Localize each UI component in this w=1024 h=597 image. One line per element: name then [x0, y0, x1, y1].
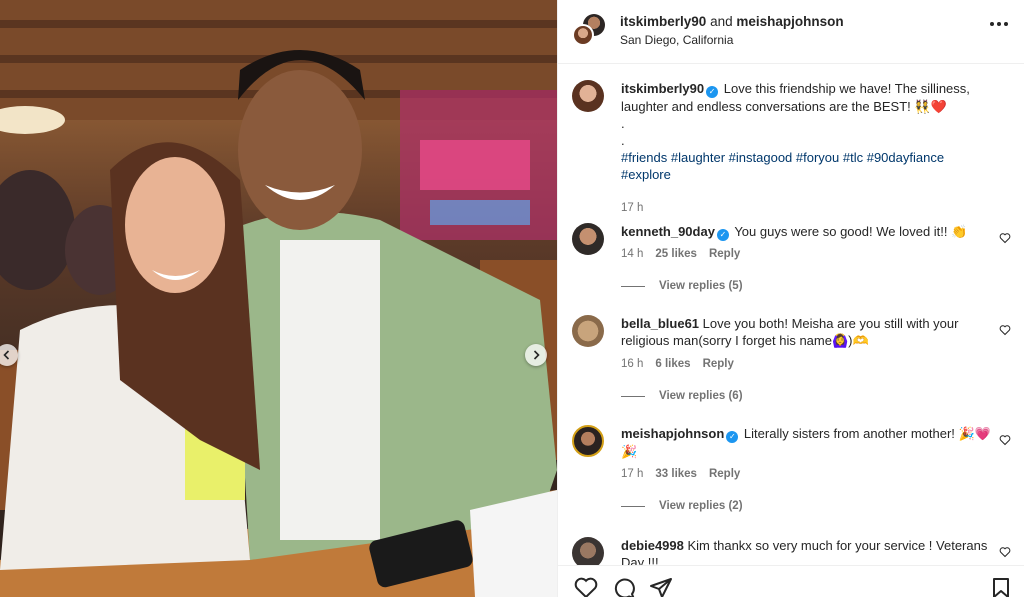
- heart-icon[interactable]: [999, 232, 1011, 244]
- comment-item: bella_blue61 Love you both! Meisha are y…: [572, 315, 1012, 415]
- comment-time: 14 h: [621, 248, 644, 260]
- heart-icon[interactable]: [999, 324, 1011, 336]
- view-replies-label: View replies (5): [659, 280, 743, 292]
- view-replies-label: View replies (6): [659, 390, 743, 402]
- next-photo-button[interactable]: [525, 344, 547, 366]
- owners-conjunction: and: [710, 14, 733, 29]
- avatar[interactable]: [572, 80, 604, 112]
- view-replies-button[interactable]: View replies (6): [621, 390, 743, 402]
- post-actions-bar: [558, 565, 1024, 597]
- comment-time: 16 h: [621, 358, 644, 370]
- avatar[interactable]: [572, 223, 604, 255]
- comments-list[interactable]: itskimberly90 ✓ Love this friendship we h…: [558, 65, 1024, 565]
- comment-item: meishapjohnson ✓ Literally sisters from a…: [572, 425, 1012, 525]
- chevron-left-icon: [3, 350, 10, 360]
- caption-dot: .: [621, 133, 625, 148]
- comment-text: You guys were so good! We loved it!! 👏: [734, 224, 968, 239]
- caption-hashtags[interactable]: #friends #laughter #instagood #foryou #t…: [621, 149, 991, 183]
- comment-item: debie4998 Kim thankx so very much for yo…: [572, 537, 1012, 565]
- reply-button[interactable]: Reply: [709, 248, 740, 260]
- comment-time: 17 h: [621, 468, 644, 480]
- comment-meta: 16 h 6 likes Reply: [621, 358, 734, 370]
- comment-meta: 17 h 33 likes Reply: [621, 468, 740, 480]
- comment-username[interactable]: kenneth_90day: [621, 224, 715, 239]
- comment-likes[interactable]: 6 likes: [655, 358, 690, 370]
- comment-likes[interactable]: 25 likes: [655, 248, 697, 260]
- heart-icon[interactable]: [999, 434, 1011, 446]
- post-owners: itskimberly90 and meishapjohnson: [620, 14, 844, 29]
- post-details-panel: itskimberly90 and meishapjohnson San Die…: [557, 0, 1024, 597]
- post-location[interactable]: San Diego, California: [620, 33, 733, 47]
- avatar[interactable]: [572, 425, 604, 457]
- chevron-right-icon: [533, 350, 540, 360]
- comment-meta: 14 h 25 likes Reply: [621, 248, 740, 260]
- comment-likes[interactable]: 33 likes: [655, 468, 697, 480]
- comment-username[interactable]: bella_blue61: [621, 316, 699, 331]
- verified-icon: ✓: [716, 229, 729, 241]
- caption-username[interactable]: itskimberly90: [621, 81, 704, 96]
- view-replies-label: View replies (2): [659, 500, 743, 512]
- view-replies-button[interactable]: View replies (2): [621, 500, 743, 512]
- caption-dot: .: [621, 116, 625, 131]
- divider-line: [621, 505, 645, 507]
- verified-icon: ✓: [706, 86, 719, 98]
- photo-illustration: [0, 0, 557, 597]
- comment-icon[interactable]: [612, 577, 636, 597]
- comment-username[interactable]: debie4998: [621, 538, 684, 553]
- bookmark-icon[interactable]: [991, 577, 1011, 597]
- heart-icon[interactable]: [999, 546, 1011, 558]
- verified-icon: ✓: [726, 431, 739, 443]
- avatar[interactable]: [572, 537, 604, 565]
- caption: itskimberly90 ✓ Love this friendship we h…: [572, 80, 1012, 214]
- reply-button[interactable]: Reply: [703, 358, 734, 370]
- view-replies-button[interactable]: View replies (5): [621, 280, 743, 292]
- avatar: [572, 24, 594, 46]
- post-photo[interactable]: [0, 0, 557, 597]
- owner-username-2[interactable]: meishapjohnson: [736, 14, 843, 29]
- avatar[interactable]: [572, 315, 604, 347]
- owner-username-1[interactable]: itskimberly90: [620, 14, 706, 29]
- caption-time: 17 h: [621, 202, 644, 214]
- comment-item: kenneth_90day ✓ You guys were so good! We…: [572, 223, 1012, 303]
- share-icon[interactable]: [649, 577, 673, 597]
- caption-meta: 17 h: [621, 202, 643, 214]
- heart-icon[interactable]: [574, 577, 598, 597]
- comment-username[interactable]: meishapjohnson: [621, 426, 724, 441]
- post-header: itskimberly90 and meishapjohnson San Die…: [558, 0, 1024, 64]
- collab-avatars[interactable]: [572, 14, 606, 48]
- more-options-icon[interactable]: [990, 22, 1008, 26]
- divider-line: [621, 285, 645, 287]
- reply-button[interactable]: Reply: [709, 468, 740, 480]
- divider-line: [621, 395, 645, 397]
